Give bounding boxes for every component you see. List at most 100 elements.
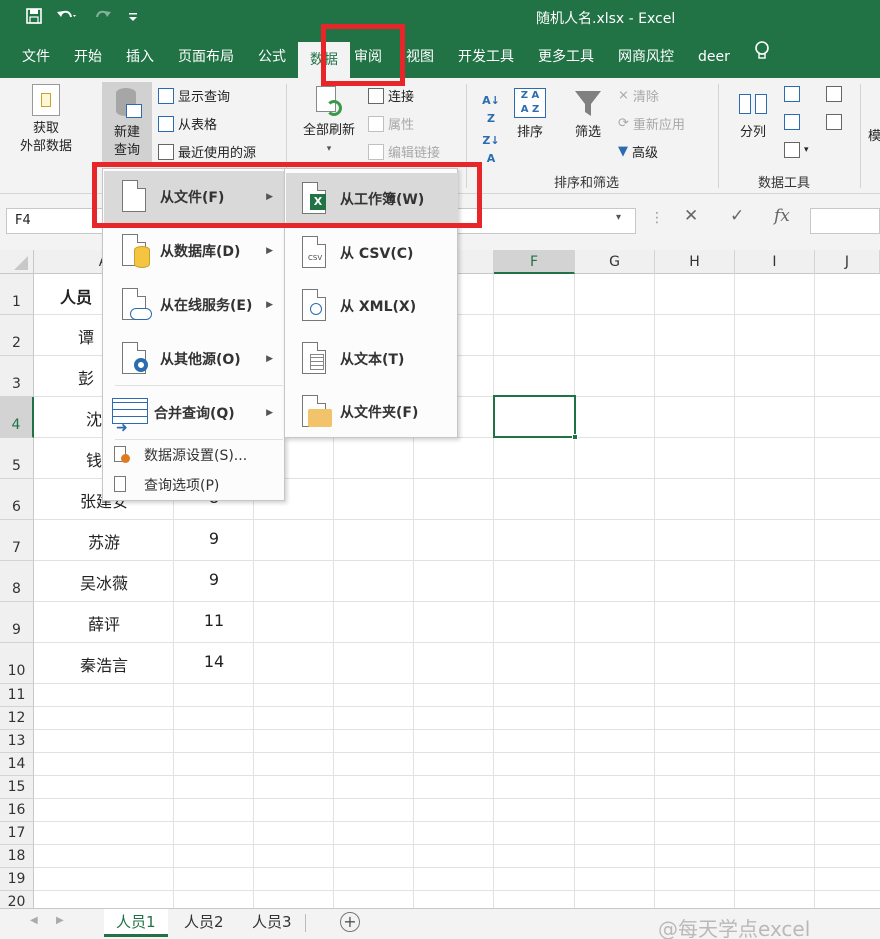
show-queries-label: 显示查询 [178,90,231,105]
formula-input[interactable] [810,208,880,234]
enter-icon[interactable]: ✓ [730,206,744,226]
sort-asc-button[interactable]: A↓ Z [480,92,502,128]
consolidate-button[interactable] [826,86,842,102]
advanced-filter-button[interactable]: ▼ 高级 [618,142,658,161]
sheet-tab-3[interactable]: 人员3 [240,909,304,937]
connections-button[interactable]: 连接 [368,86,414,105]
menu-from-online-services[interactable]: 从在线服务(E) ▶ [104,279,285,331]
select-all-corner[interactable] [0,250,34,274]
row-header[interactable]: 12 [0,707,34,730]
recent-sources-button[interactable]: 最近使用的源 [158,142,256,161]
cell-a10[interactable]: 秦浩言 [34,652,174,676]
get-external-data-button[interactable]: 获取 外部数据 [6,84,86,156]
column-header[interactable]: F [494,250,575,274]
menu-query-options[interactable]: 查询选项(P) [104,471,285,499]
tab-risk-control[interactable]: 网商风控 [606,36,686,78]
submenu-from-folder[interactable]: 从文件夹(F) [286,386,458,438]
relationships-button[interactable] [826,114,842,130]
row-header[interactable]: 11 [0,684,34,707]
submenu-from-csv[interactable]: CSV 从 CSV(C) [286,227,458,279]
cell-a7[interactable]: 苏游 [34,529,174,553]
insert-function-button[interactable]: fx [774,206,790,226]
row-header[interactable]: 10 [0,643,34,684]
tab-file[interactable]: 文件 [0,36,62,78]
name-box-dropdown-icon[interactable]: ▾ [616,212,621,223]
sort-button[interactable]: Z AA Z 排序 [508,88,552,142]
column-header[interactable]: G [575,250,655,274]
submenu-from-xml[interactable]: 从 XML(X) [286,280,458,332]
combine-icon: ➜ [112,394,148,436]
redo-icon[interactable] [92,8,114,28]
row-header[interactable]: 15 [0,776,34,799]
data-validation-button[interactable]: ▾ [784,142,809,158]
row-header[interactable]: 6 [0,479,34,520]
cell-b10[interactable]: 14 [174,652,254,671]
menu-combine-label: 合并查询(Q) [154,406,235,422]
row-header[interactable]: 2 [0,315,34,356]
cell-b7[interactable]: 9 [174,529,254,548]
row-header[interactable]: 19 [0,868,34,891]
column-header[interactable]: J [815,250,880,274]
cell-b8[interactable]: 9 [174,570,254,589]
row-header[interactable]: 8 [0,561,34,602]
row-header[interactable]: 13 [0,730,34,753]
properties-button[interactable]: 属性 [368,114,414,133]
save-icon[interactable] [26,8,42,28]
sort-desc-button[interactable]: Z↓ A [480,132,502,168]
menu-from-other-sources[interactable]: 从其他源(O) ▶ [104,333,285,385]
flash-fill-button[interactable] [784,86,800,102]
scroll-left-icon[interactable]: ◀ [30,915,38,926]
lightbulb-icon[interactable] [742,36,782,78]
active-cell-f4[interactable] [493,395,576,438]
tab-developer[interactable]: 开发工具 [446,36,526,78]
show-queries-button[interactable]: 显示查询 [158,86,230,105]
cell-b9[interactable]: 11 [174,611,254,630]
fill-handle[interactable] [572,434,578,440]
sheet-tab-1[interactable]: 人员1 [104,909,168,937]
tab-deer[interactable]: deer [686,36,742,78]
tab-page-layout[interactable]: 页面布局 [166,36,246,78]
row-header[interactable]: 1 [0,274,34,315]
filter-label: 筛选 [574,125,601,140]
text-to-columns-button[interactable]: 分列 [728,88,778,142]
from-table-button[interactable]: 从表格 [158,114,217,133]
menu-from-database[interactable]: 从数据库(D) ▶ [104,225,285,277]
reapply-button[interactable]: ⟳ 重新应用 [618,114,685,133]
menu-data-source-settings[interactable]: 数据源设置(S)... [104,441,285,469]
refresh-all-button[interactable]: 全部刷新 ▾ [294,84,364,158]
column-header[interactable]: H [655,250,735,274]
row-header[interactable]: 5 [0,438,34,479]
row-header[interactable]: 16 [0,799,34,822]
customize-qat-icon[interactable] [128,9,138,27]
column-header[interactable]: I [735,250,815,274]
row-header[interactable]: 3 [0,356,34,397]
row-header[interactable]: 9 [0,602,34,643]
cancel-icon[interactable]: ✕ [684,206,698,226]
tab-more-tools[interactable]: 更多工具 [526,36,606,78]
grid-row-line [34,752,880,753]
tab-home[interactable]: 开始 [62,36,114,78]
tab-formulas[interactable]: 公式 [246,36,298,78]
scroll-right-icon[interactable]: ▶ [56,915,64,926]
formula-bar-grip-icon: ⋮ [650,210,664,226]
sort-icon: Z AA Z [514,88,546,118]
sheet-tab-2[interactable]: 人员2 [172,909,236,937]
tab-insert[interactable]: 插入 [114,36,166,78]
menu-combine-queries[interactable]: ➜ 合并查询(Q) ▶ [104,387,285,439]
row-header[interactable]: 17 [0,822,34,845]
remove-duplicates-button[interactable] [784,114,800,130]
row-header[interactable]: 18 [0,845,34,868]
row-header[interactable]: 14 [0,753,34,776]
grid-row-line [34,890,880,891]
edit-links-button[interactable]: 编辑链接 [368,142,440,161]
undo-icon[interactable] [56,8,78,28]
cell-a9[interactable]: 薛评 [34,611,174,635]
row-header[interactable]: 4 [0,397,34,438]
row-header[interactable]: 7 [0,520,34,561]
clear-filter-button[interactable]: ⨯ 清除 [618,86,659,105]
cell-a8[interactable]: 吴冰薇 [34,570,174,594]
add-sheet-icon[interactable]: + [340,912,360,932]
submenu-from-text[interactable]: 从文本(T) [286,333,458,385]
filter-button[interactable]: 筛选 [566,88,610,142]
new-query-button[interactable]: 新建 查询 [102,82,152,166]
